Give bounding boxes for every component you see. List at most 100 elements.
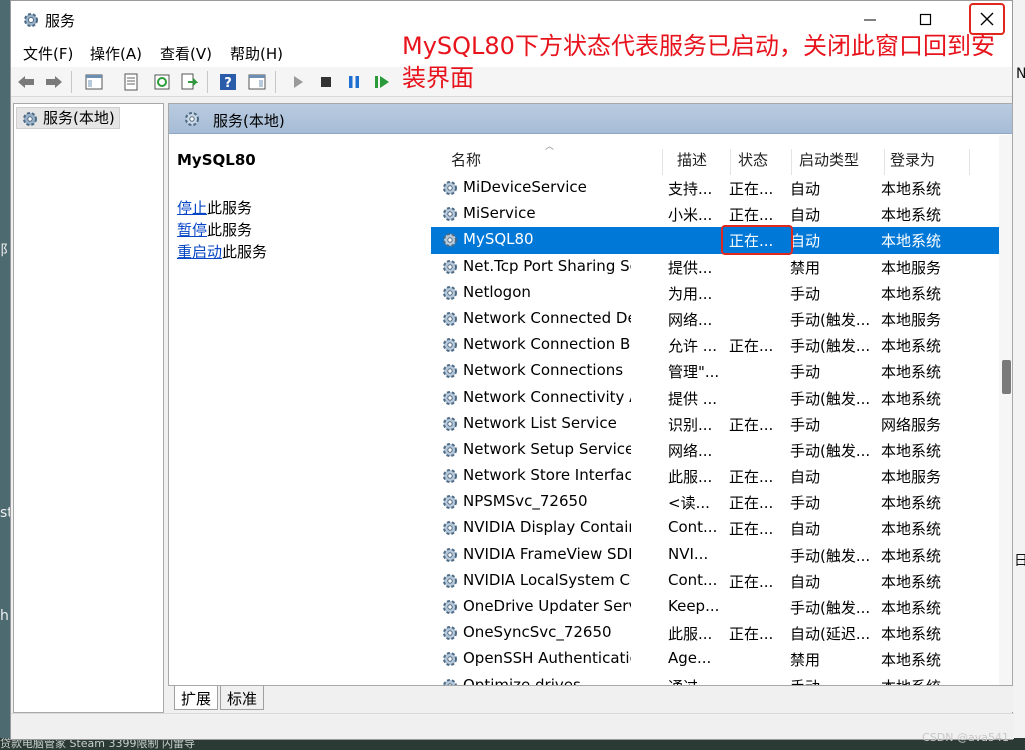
service-description-panel: MySQL80 停止此服务 暂停此服务 重启动此服务 [169, 135, 427, 685]
menu-action[interactable]: 操作(A) [90, 43, 142, 64]
service-description-cell: 管理"... [668, 363, 720, 382]
service-status-cell: 正在... [729, 180, 774, 198]
refresh-button[interactable] [151, 71, 173, 93]
service-startup-type-cell: 手动 [790, 494, 821, 513]
services-gear-icon [23, 112, 37, 126]
table-row[interactable]: OpenSSH Authentication ... Age... 禁用 本地系统 [431, 646, 999, 672]
column-header-logon-as[interactable]: 登录为 [890, 149, 970, 175]
service-description-cell: <读... [668, 494, 710, 513]
service-gear-icon [443, 233, 457, 248]
service-status-cell: 正在... [729, 572, 774, 591]
table-row[interactable]: Net.Tcp Port Sharing Service 提供... 禁用 本地服务 [431, 254, 999, 280]
restart-service-link[interactable]: 重启动 [177, 243, 222, 261]
minimize-icon [864, 19, 876, 21]
table-row[interactable]: Netlogon 为用... 手动 本地系统 [431, 280, 999, 306]
menu-help[interactable]: 帮助(H) [230, 43, 283, 64]
refresh-icon [154, 74, 170, 90]
table-row[interactable]: Network Connections 管理"... 手动 本地系统 [431, 358, 999, 384]
service-logon-cell: 本地服务 [881, 310, 942, 329]
table-row[interactable]: Network Connectivity Assis... 提供 ... 手动(触发… [431, 385, 999, 411]
services-rows: MiDeviceService 支持... 正在... 自动 本地系统 MiService… [431, 175, 999, 685]
help-button[interactable]: ? [217, 71, 239, 93]
table-row[interactable]: NVIDIA LocalSystem Conta... Cont... 正在... 自… [431, 568, 999, 594]
service-logon-cell: 本地系统 [881, 494, 942, 513]
properties-button[interactable] [120, 71, 142, 93]
service-startup-type-cell: 自动 [790, 520, 821, 539]
column-header-status[interactable]: 状态 [738, 149, 792, 175]
pause-service-button[interactable] [343, 71, 365, 93]
scrollbar-thumb[interactable] [1002, 360, 1011, 394]
service-gear-icon [443, 678, 457, 685]
service-name-cell: Netlogon [463, 282, 531, 301]
service-startup-type-cell: 自动 [790, 572, 821, 591]
table-row[interactable]: NVIDIA Display Container LS Cont... 正在... 自… [431, 515, 999, 541]
service-gear-icon [443, 547, 457, 562]
tree-item-services-local[interactable]: 服务(本地) [16, 107, 120, 129]
service-gear-icon [443, 364, 457, 379]
services-window: 服务 文件(F) 操作(A) 查看(V) 帮助(H) ? 服务(本地) 服务(本… [10, 0, 1014, 740]
table-row[interactable]: Network Store Interface Se... 此服... 正在... 自… [431, 463, 999, 489]
stop-service-button[interactable] [315, 71, 337, 93]
service-name-cell: Network Store Interface Se... [463, 466, 631, 485]
column-header-name[interactable]: 名称 [451, 149, 663, 175]
restart-service-button[interactable] [371, 71, 393, 93]
service-gear-icon [443, 626, 457, 641]
action-suffix: 此服务 [222, 243, 268, 261]
table-row[interactable]: NVIDIA FrameView SDK se... NVI... 手动(触发...… [431, 542, 999, 568]
desktop-background-right [1013, 0, 1025, 750]
action-suffix: 此服务 [207, 199, 253, 217]
list-header: ︿ 名称 描述 状态 启动类型 登录为 [431, 135, 999, 175]
start-service-button[interactable] [287, 71, 309, 93]
table-row[interactable]: Network Connection Broker 允许 ... 正在... 手动(触… [431, 332, 999, 358]
service-logon-cell: 本地系统 [881, 284, 942, 303]
tab-standard[interactable]: 标准 [220, 686, 265, 710]
column-header-startup-type[interactable]: 启动类型 [799, 149, 885, 175]
service-description-cell: Cont... [668, 570, 718, 589]
status-highlight-box [721, 225, 793, 256]
forward-button[interactable] [43, 71, 65, 93]
table-row-selected[interactable]: MySQL80 正在... 自动 本地系统 [431, 225, 999, 256]
service-name-cell: Network Setup Service [463, 439, 631, 458]
service-startup-type-cell: 手动 [790, 284, 821, 303]
tab-extended[interactable]: 扩展 [174, 686, 219, 710]
service-name-cell: NPSMSvc_72650 [463, 492, 588, 511]
services-list: ︿ 名称 描述 状态 启动类型 登录为 MiDeviceService 支持...… [431, 135, 999, 685]
service-gear-icon [443, 521, 457, 536]
table-row[interactable]: Network Setup Service 网络... 手动(触发... 本地系统 [431, 437, 999, 463]
services-gear-icon [24, 13, 38, 27]
show-action-pane-button[interactable] [246, 71, 268, 93]
service-logon-cell: 本地服务 [881, 468, 942, 487]
table-row[interactable]: MiService 小米... 正在... 自动 本地系统 [431, 201, 999, 227]
menu-view[interactable]: 查看(V) [160, 43, 212, 64]
service-startup-type-cell: 手动(触发... [790, 441, 871, 460]
pause-service-link[interactable]: 暂停 [177, 221, 207, 239]
table-row[interactable]: OneDrive Updater Service Keep... 手动(触发... 本… [431, 594, 999, 620]
back-button[interactable] [15, 71, 37, 93]
selected-service-name: MySQL80 [177, 151, 256, 169]
table-row[interactable]: Network Connected Devic... 网络... 手动(触发... 本… [431, 306, 999, 332]
service-description-cell: 提供 ... [668, 389, 718, 408]
action-restart: 重启动此服务 [177, 241, 267, 262]
service-description-cell: 识别... [668, 415, 713, 434]
table-row[interactable]: OneSyncSvc_72650 此服... 正在... 自动(延迟... 本地系统 [431, 620, 999, 646]
service-startup-type-cell: 手动(触发... [790, 389, 871, 408]
desktop-background-left [0, 0, 10, 750]
service-name-cell: Net.Tcp Port Sharing Service [463, 256, 631, 275]
vertical-scrollbar[interactable] [999, 135, 1012, 685]
service-status-cell: 正在... [729, 494, 774, 513]
table-row[interactable]: Optimize drives 通过... 手动本地系统 [431, 673, 999, 685]
menu-file[interactable]: 文件(F) [23, 43, 73, 64]
stop-service-link[interactable]: 停止 [177, 199, 207, 217]
stop-icon [321, 77, 331, 87]
export-list-button[interactable] [178, 71, 200, 93]
column-header-description[interactable]: 描述 [677, 149, 731, 175]
table-row[interactable]: Network List Service 识别... 正在... 手动 网络服务 [431, 411, 999, 437]
table-row[interactable]: NPSMSvc_72650 <读... 正在... 手动 本地系统 [431, 489, 999, 515]
toolbar-separator [275, 71, 276, 93]
service-name-cell: MiService [463, 204, 536, 223]
service-startup-type-cell: 禁用 [790, 651, 821, 670]
service-gear-icon [443, 469, 457, 484]
table-row[interactable]: MiDeviceService 支持... 正在... 自动 本地系统 [431, 175, 999, 201]
export-icon [181, 73, 198, 90]
show-console-tree-button[interactable] [83, 71, 105, 93]
